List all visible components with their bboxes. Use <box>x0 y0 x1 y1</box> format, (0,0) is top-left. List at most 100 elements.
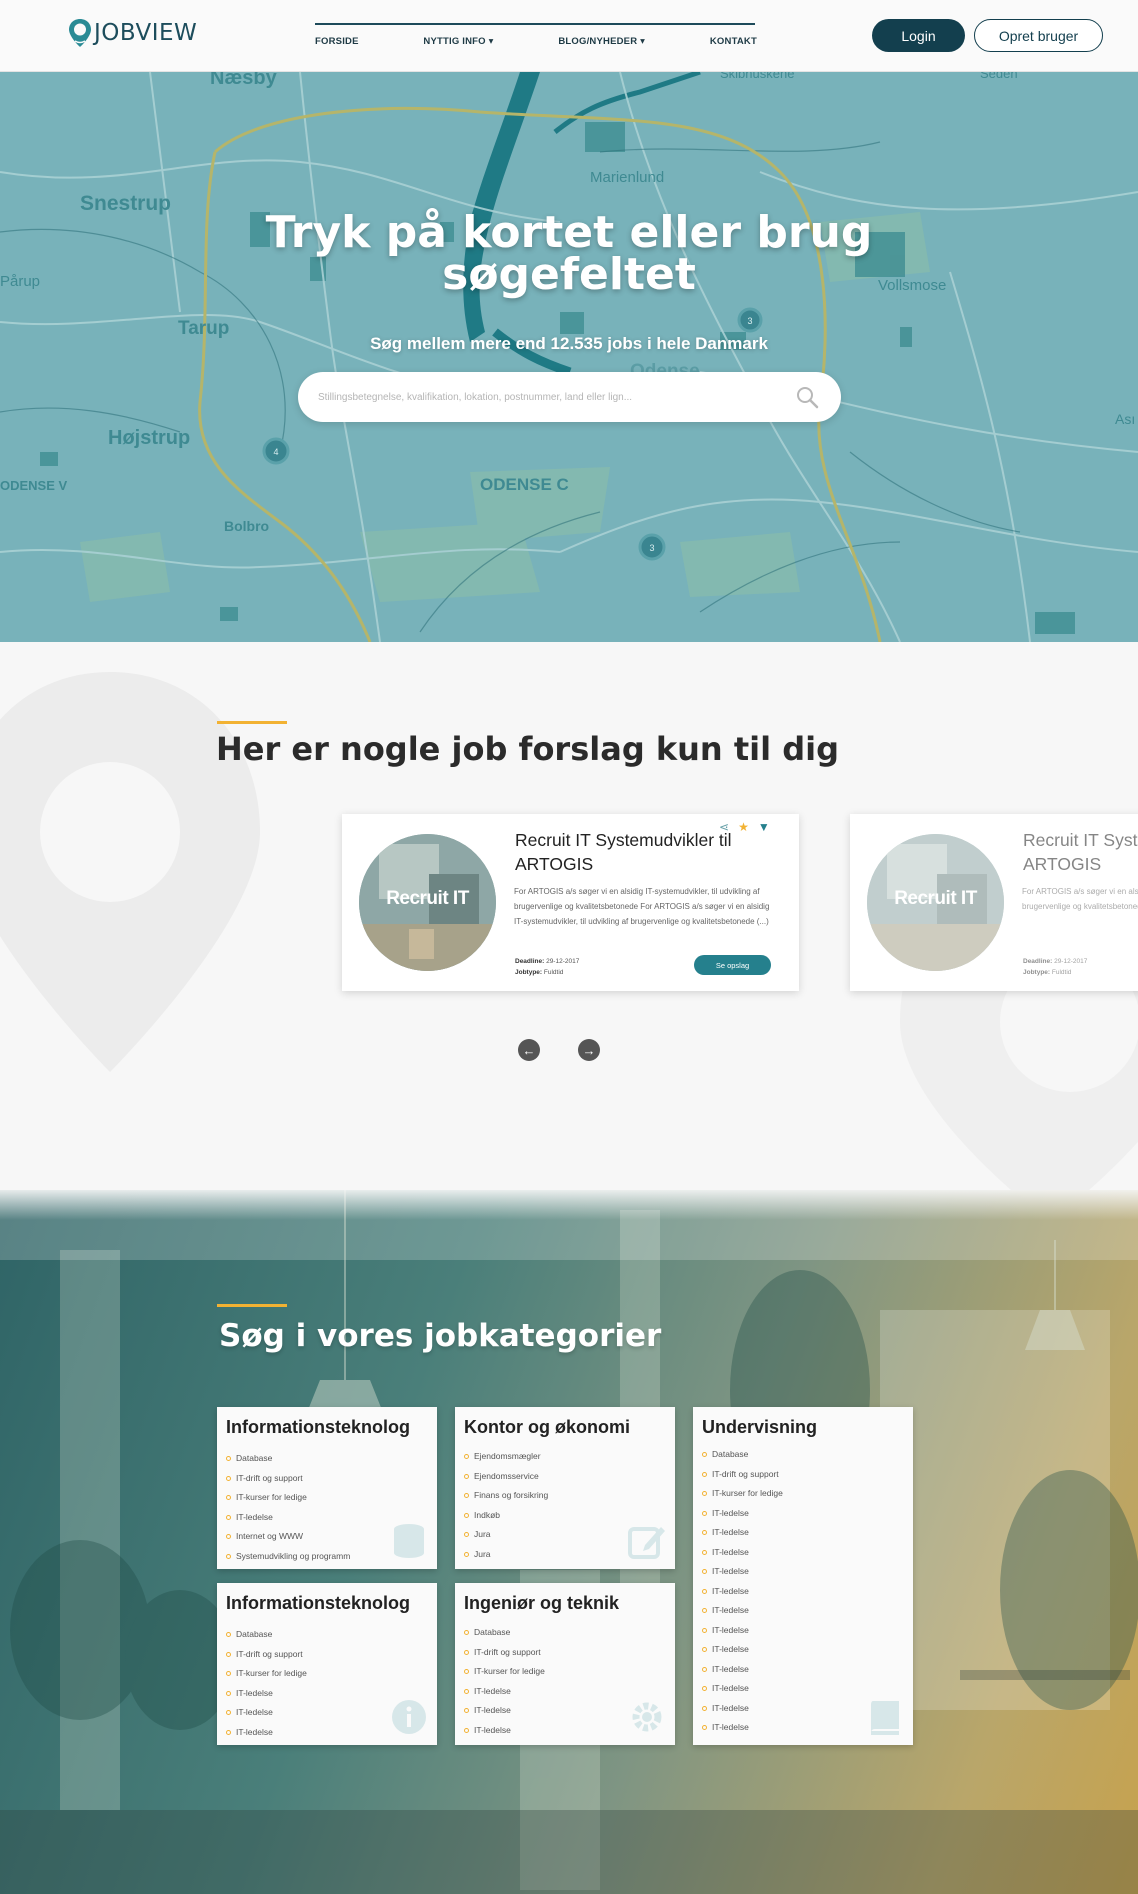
database-icon <box>394 1524 424 1558</box>
bullet-icon <box>226 1475 231 1481</box>
map-cluster-marker[interactable]: 3 <box>737 307 763 333</box>
category-list: Database IT-drift og support IT-kurser f… <box>226 1449 350 1566</box>
map-cluster-marker[interactable]: 3 <box>638 533 666 561</box>
category-card[interactable]: Undervisning Database IT-drift og suppor… <box>693 1407 913 1745</box>
main-nav: FORSIDE NYTTIG INFO ▾ BLOG/NYHEDER ▾ KON… <box>315 36 757 47</box>
card-fade-overlay <box>850 814 1138 991</box>
category-link[interactable]: Ejendomsservice <box>464 1467 548 1487</box>
bullet-icon <box>226 1671 231 1677</box>
category-link[interactable]: IT-ledelse <box>702 1679 783 1699</box>
category-link[interactable]: IT-drift og support <box>226 1645 307 1665</box>
category-link[interactable]: IT-ledelse <box>702 1582 783 1602</box>
category-link[interactable]: IT-ledelse <box>702 1718 783 1738</box>
category-link[interactable]: IT-drift og support <box>226 1469 350 1489</box>
nav-item-kontakt[interactable]: KONTAKT <box>710 36 757 47</box>
category-link[interactable]: IT-ledelse <box>702 1562 783 1582</box>
category-link[interactable]: Database <box>226 1449 350 1469</box>
category-link[interactable]: Database <box>702 1445 783 1465</box>
category-link[interactable]: Internet og WWW <box>226 1527 350 1547</box>
section-title: Søg i vores jobkategorier <box>219 1318 662 1354</box>
category-link[interactable]: IT-ledelse <box>226 1703 307 1723</box>
job-title[interactable]: Recruit IT Systemudvikler til ARTOGIS <box>515 828 775 876</box>
nav-item-blog-nyheder[interactable]: BLOG/NYHEDER ▾ <box>558 36 645 47</box>
category-link[interactable]: Database <box>226 1625 307 1645</box>
hero-title: Tryk på kortet eller brug søgefeltet <box>0 211 1138 297</box>
map-label: ODENSE C <box>480 475 569 494</box>
category-link[interactable]: IT-kurser for ledige <box>464 1662 545 1682</box>
bullet-icon <box>464 1473 469 1479</box>
category-link[interactable]: IT-ledelse <box>226 1684 307 1704</box>
category-link[interactable]: IT-ledelse <box>226 1723 307 1743</box>
category-card[interactable]: Ingeniør og teknik Database IT-drift og … <box>455 1583 675 1745</box>
category-link[interactable]: IT-drift og support <box>464 1643 545 1663</box>
category-title[interactable]: Kontor og økonomi <box>464 1417 630 1438</box>
category-link[interactable]: IT-ledelse <box>464 1682 545 1702</box>
bullet-icon <box>226 1690 231 1696</box>
bullet-icon <box>702 1530 707 1536</box>
login-button[interactable]: Login <box>872 19 965 52</box>
view-posting-button[interactable]: Se opslag <box>694 955 771 975</box>
category-link[interactable]: IT-kurser for ledige <box>226 1488 350 1508</box>
logo[interactable]: JOBVIEW <box>68 18 197 48</box>
bullet-icon <box>702 1627 707 1633</box>
bullet-icon <box>226 1534 231 1540</box>
carousel-prev-button[interactable]: ← <box>518 1039 540 1061</box>
category-title[interactable]: Informationsteknolog <box>226 1417 410 1438</box>
bullet-icon <box>226 1729 231 1735</box>
signup-button[interactable]: Opret bruger <box>974 19 1103 52</box>
category-link[interactable]: IT-ledelse <box>702 1699 783 1719</box>
category-link[interactable]: Ejendomsmægler <box>464 1447 548 1467</box>
search-icon[interactable] <box>795 385 819 409</box>
map-background[interactable]: Næsby Snestrup Tarup Højstrup ODENSE V B… <box>0 72 1138 642</box>
category-link[interactable]: IT-kurser for ledige <box>702 1484 783 1504</box>
category-link[interactable]: Jura <box>464 1545 548 1565</box>
bullet-icon <box>464 1493 469 1499</box>
bullet-icon <box>702 1510 707 1516</box>
carousel-next-button[interactable]: → <box>578 1039 600 1061</box>
nav-item-nyttig-info[interactable]: NYTTIG INFO ▾ <box>423 36 493 47</box>
company-image: Recruit IT <box>359 834 496 971</box>
category-link[interactable]: Database <box>464 1623 545 1643</box>
job-card[interactable]: Recruit IT Recruit IT Systemudvikler til… <box>850 814 1138 991</box>
category-link[interactable]: IT-ledelse <box>702 1523 783 1543</box>
map-cluster-marker[interactable]: 4 <box>262 437 290 465</box>
category-card[interactable]: Informationsteknolog Database IT-drift o… <box>217 1407 437 1569</box>
category-link[interactable]: Indkøb <box>464 1506 548 1526</box>
bullet-icon <box>702 1686 707 1692</box>
bullet-icon <box>702 1452 707 1458</box>
category-link[interactable]: IT-ledelse <box>226 1508 350 1528</box>
job-suggestions-section: Her er nogle job forslag kun til dig Rec… <box>0 642 1138 1190</box>
category-link[interactable]: IT-ledelse <box>702 1640 783 1660</box>
bullet-icon <box>226 1514 231 1520</box>
category-link[interactable]: IT-kurser for ledige <box>226 1664 307 1684</box>
job-meta: Deadline: 29-12-2017 Jobtype: Fuldtid <box>515 956 579 978</box>
svg-text:4: 4 <box>273 447 278 457</box>
search-input[interactable] <box>318 386 778 408</box>
bullet-icon <box>464 1669 469 1675</box>
category-link[interactable]: Systemudvikling og programm <box>226 1547 350 1567</box>
category-link[interactable]: IT-ledelse <box>464 1721 545 1741</box>
bullet-icon <box>226 1710 231 1716</box>
category-title[interactable]: Informationsteknolog <box>226 1593 410 1614</box>
category-link[interactable]: IT-ledelse <box>702 1543 783 1563</box>
map-label: Seden <box>980 72 1018 81</box>
category-title[interactable]: Undervisning <box>702 1417 817 1438</box>
category-link[interactable]: IT-ledelse <box>464 1701 545 1721</box>
job-categories-section: Søg i vores jobkategorier Informationste… <box>0 1190 1138 1894</box>
category-link[interactable]: Jura <box>464 1525 548 1545</box>
hero-subtitle-suffix: i hele Danmark <box>646 334 768 353</box>
category-card[interactable]: Informationsteknolog Database IT-drift o… <box>217 1583 437 1745</box>
hero-map[interactable]: Næsby Snestrup Tarup Højstrup ODENSE V B… <box>0 72 1138 642</box>
bullet-icon <box>226 1632 231 1638</box>
category-link[interactable]: IT-drift og support <box>702 1465 783 1485</box>
category-title[interactable]: Ingeniør og teknik <box>464 1593 619 1614</box>
category-link[interactable]: Finans og forsikring <box>464 1486 548 1506</box>
category-link[interactable]: IT-ledelse <box>702 1601 783 1621</box>
category-card[interactable]: Kontor og økonomi Ejendomsmægler Ejendom… <box>455 1407 675 1569</box>
nav-item-forside[interactable]: FORSIDE <box>315 36 359 47</box>
category-link[interactable]: IT-ledelse <box>702 1504 783 1524</box>
job-card[interactable]: Recruit IT ⋖ ★ ▼ Recruit IT Systemudvikl… <box>342 814 799 991</box>
category-link[interactable]: IT-ledelse <box>702 1660 783 1680</box>
bullet-icon <box>702 1705 707 1711</box>
category-link[interactable]: IT-ledelse <box>702 1621 783 1641</box>
